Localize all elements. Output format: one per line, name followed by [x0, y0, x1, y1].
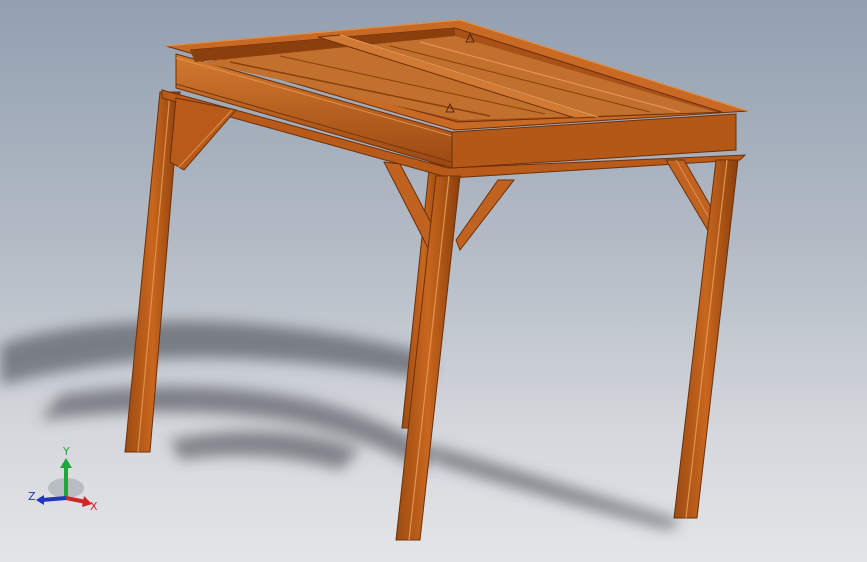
brace-front-right[interactable]	[455, 179, 516, 251]
y-axis-label: Y	[62, 445, 70, 458]
graphics-viewport[interactable]: Y X Z	[0, 0, 867, 562]
z-axis-arrow	[41, 496, 67, 502]
reference-triad: Y X Z	[28, 445, 98, 513]
top-frame[interactable]	[161, 19, 749, 179]
brace-back-left[interactable]	[169, 97, 237, 171]
model-scene[interactable]	[0, 0, 867, 562]
x-axis-label: X	[90, 500, 98, 513]
z-axis-label: Z	[28, 490, 36, 503]
z-axis-arrowhead	[36, 495, 44, 505]
x-axis-arrow	[65, 496, 87, 504]
y-axis-arrowhead	[60, 458, 72, 468]
